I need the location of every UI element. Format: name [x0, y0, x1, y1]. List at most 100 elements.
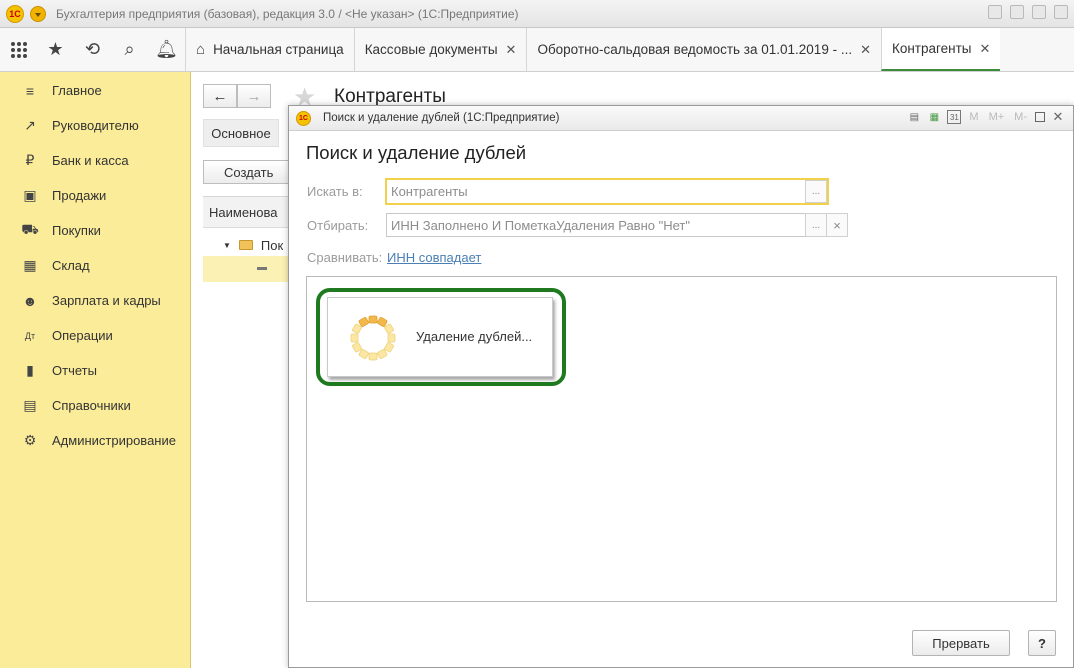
tab-counterparties[interactable]: Контрагенты ✕: [880, 28, 1001, 71]
forward-arrow-icon[interactable]: →: [237, 84, 271, 108]
close-icon[interactable]: ✕: [980, 41, 991, 57]
sidebar-item-purchases[interactable]: ⛟ Покупки: [0, 213, 190, 248]
tab-balance-sheet[interactable]: Оборотно-сальдовая ведомость за 01.01.20…: [526, 28, 881, 71]
preview-icon[interactable]: [1032, 5, 1046, 19]
nav-buttons: ← →: [203, 84, 271, 108]
save-icon[interactable]: [988, 5, 1002, 19]
sidebar-item-reports[interactable]: ▮ Отчеты: [0, 353, 190, 388]
table-row[interactable]: [203, 256, 293, 282]
memory-plus-button[interactable]: M+: [987, 110, 1007, 124]
memory-minus-button[interactable]: M-: [1012, 110, 1029, 124]
stop-button[interactable]: Прервать: [912, 630, 1010, 656]
sidebar-item-warehouse[interactable]: ▦ Склад: [0, 248, 190, 283]
section-toolbar: ★ ⟲ ⌕ 🔔︎ ⌂ Начальная страница Кассовые д…: [0, 28, 1074, 72]
progress-text: Удаление дублей...: [416, 329, 533, 344]
sidebar-item-manager[interactable]: ↗ Руководителю: [0, 108, 190, 143]
favorites-star-icon[interactable]: ★: [37, 28, 74, 71]
back-arrow-icon[interactable]: ←: [203, 84, 237, 108]
sidebar-item-label: Справочники: [52, 398, 131, 413]
print-icon[interactable]: [1010, 5, 1024, 19]
shopping-bag-icon: ▣: [23, 187, 37, 203]
app-title-bar: 1С Бухгалтерия предприятия (базовая), ре…: [0, 0, 1074, 28]
create-button[interactable]: Создать: [203, 160, 293, 184]
filter-label: Отбирать:: [307, 218, 369, 233]
main-menu-icon[interactable]: [30, 5, 46, 22]
title-bar-icons: [988, 5, 1068, 19]
search-in-label: Искать в:: [307, 184, 363, 199]
expand-arrow-icon[interactable]: ▼: [223, 241, 231, 250]
sidebar-item-label: Зарплата и кадры: [52, 293, 161, 308]
tab-main[interactable]: Основное: [203, 119, 279, 147]
sidebar-item-sales[interactable]: ▣ Продажи: [0, 178, 190, 213]
sidebar-item-label: Операции: [52, 328, 113, 343]
row-label: Пок: [260, 237, 284, 253]
home-icon: ⌂: [196, 41, 206, 58]
help-button[interactable]: ?: [1028, 630, 1056, 656]
folder-icon: [238, 240, 253, 250]
trend-up-icon: ↗: [24, 117, 36, 133]
search-icon[interactable]: ⌕: [111, 28, 148, 71]
ruble-icon: ₽: [25, 152, 35, 168]
compare-label: Сравнивать:: [307, 250, 383, 265]
calendar-icon[interactable]: 31: [947, 110, 962, 124]
sidebar-item-label: Руководителю: [52, 118, 139, 133]
spinner-segment: [387, 333, 396, 343]
tab-label: Кассовые документы: [364, 42, 498, 57]
menu-lines-icon: ≡: [25, 82, 35, 99]
item-marker-icon: [257, 267, 267, 270]
sidebar-item-label: Отчеты: [52, 363, 97, 378]
sidebar-item-bank[interactable]: ₽ Банк и касса: [0, 143, 190, 178]
sidebar-item-label: Главное: [52, 83, 102, 98]
dialog-heading: Поиск и удаление дублей: [306, 142, 527, 163]
sidebar-item-label: Администрирование: [52, 433, 176, 448]
dialog-title-bar: 1С Поиск и удаление дублей (1С:Предприят…: [289, 106, 1073, 131]
close-icon[interactable]: ✕: [506, 42, 517, 58]
results-panel: Удаление дублей...: [306, 276, 1057, 602]
sidebar-item-main[interactable]: ≡ Главное: [0, 73, 190, 108]
column-header-name[interactable]: Наименова: [203, 197, 293, 228]
notifications-bell-icon[interactable]: 🔔︎: [148, 28, 185, 71]
find-duplicates-dialog: 1С Поиск и удаление дублей (1С:Предприят…: [288, 105, 1074, 668]
table-row[interactable]: ▼ Пок: [203, 228, 293, 256]
maximize-icon[interactable]: [1035, 112, 1045, 122]
app-title: Бухгалтерия предприятия (базовая), редак…: [56, 6, 519, 21]
sidebar-item-references[interactable]: ▤ Справочники: [0, 388, 190, 423]
books-icon: ▤: [23, 397, 37, 413]
app-logo-icon: 1С: [6, 4, 24, 23]
tab-home[interactable]: ⌂ Начальная страница: [185, 28, 354, 71]
sidebar-item-label: Склад: [52, 258, 90, 273]
search-in-field[interactable]: Контрагенты: [385, 178, 829, 205]
compare-rules-link[interactable]: ИНН совпадает: [387, 250, 481, 265]
apps-grid-icon[interactable]: [0, 28, 37, 71]
cart-icon: ⛟: [21, 221, 39, 237]
sidebar-item-label: Банк и касса: [52, 153, 129, 168]
sidebar-item-label: Продажи: [52, 188, 107, 203]
close-icon[interactable]: ✕: [860, 42, 871, 58]
sidebar-item-administration[interactable]: ⚙ Администрирование: [0, 423, 190, 458]
progress-indicator: Удаление дублей...: [327, 297, 553, 377]
filter-value: ИНН Заполнено И ПометкаУдаления Равно "Н…: [391, 217, 690, 233]
search-in-value: Контрагенты: [391, 184, 468, 199]
bar-chart-icon: ▮: [26, 362, 34, 378]
dt-kt-icon: Дт: [24, 330, 36, 341]
gear-icon: ⚙: [23, 432, 37, 448]
print-icon[interactable]: ▤: [907, 110, 921, 124]
spreadsheet-icon[interactable]: ▦: [927, 110, 941, 124]
spinner-segment: [368, 315, 378, 324]
filter-field[interactable]: ИНН Заполнено И ПометкаУдаления Равно "Н…: [386, 213, 827, 237]
counterparties-table: Наименова ▼ Пок: [203, 196, 293, 288]
history-icon[interactable]: ⟲: [74, 28, 111, 71]
sidebar-item-operations[interactable]: Дт Операции: [0, 318, 190, 353]
sidebar-item-salary[interactable]: ☻ Зарплата и кадры: [0, 283, 190, 318]
filter-clear-button[interactable]: ×: [826, 213, 848, 237]
tab-label: Оборотно-сальдовая ведомость за 01.01.20…: [537, 42, 853, 57]
loading-spinner-icon: [350, 315, 396, 361]
app-logo-icon: 1С: [296, 110, 311, 126]
memory-m-button[interactable]: M: [967, 110, 980, 124]
search-in-select-button[interactable]: ...: [805, 180, 827, 203]
tab-cash-documents[interactable]: Кассовые документы ✕: [353, 28, 527, 71]
info-icon[interactable]: [1054, 5, 1068, 19]
filter-select-button[interactable]: ...: [805, 213, 827, 237]
warehouse-icon: ▦: [23, 257, 37, 273]
close-icon[interactable]: ✕: [1051, 109, 1065, 124]
